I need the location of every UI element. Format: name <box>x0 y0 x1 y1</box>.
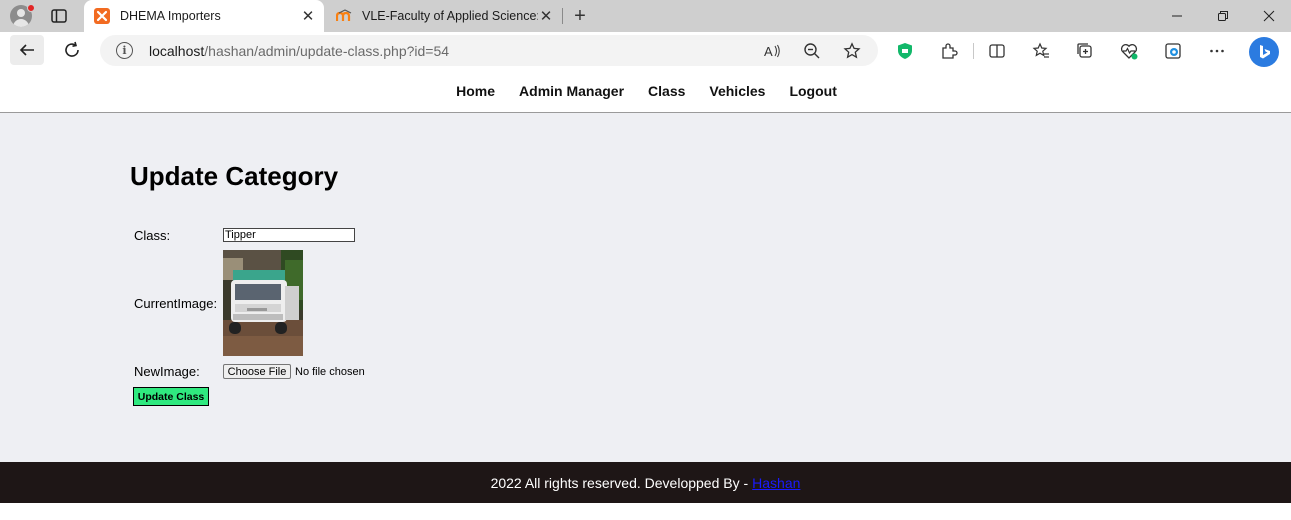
nav-link-logout[interactable]: Logout <box>789 83 836 99</box>
address-bar[interactable]: i localhost/hashan/admin/update-class.ph… <box>100 35 878 66</box>
new-image-label: NewImage: <box>134 364 200 379</box>
nav-link-home[interactable]: Home <box>456 83 495 99</box>
tab-title: DHEMA Importers <box>120 9 221 23</box>
collections-icon[interactable] <box>1074 40 1096 62</box>
tab-title: VLE-Faculty of Applied Science: L <box>362 9 538 23</box>
back-button[interactable] <box>10 35 44 65</box>
tab-vle-faculty[interactable]: VLE-Faculty of Applied Science: L ✕ <box>326 0 562 32</box>
page-title: Update Category <box>130 161 339 191</box>
browser-essentials-icon[interactable] <box>1118 40 1140 62</box>
new-tab-icon[interactable]: + <box>570 5 590 27</box>
footer-author-link[interactable]: Hashan <box>752 475 800 491</box>
choose-file-button[interactable]: Choose File <box>223 364 291 379</box>
address-url[interactable]: localhost/hashan/admin/update-class.php?… <box>149 43 449 59</box>
current-class-image <box>223 250 303 356</box>
xampp-icon <box>94 8 110 24</box>
zoom-icon[interactable] <box>802 41 822 61</box>
file-status-text: No file chosen <box>295 366 365 378</box>
main-content: Update Category Class: CurrentImage: New… <box>0 113 1291 462</box>
site-info-icon[interactable]: i <box>116 42 133 59</box>
browser-toolbar: i localhost/hashan/admin/update-class.ph… <box>0 32 1291 70</box>
split-screen-icon[interactable] <box>986 40 1008 62</box>
nav-link-admin-manager[interactable]: Admin Manager <box>519 83 624 99</box>
more-options-icon[interactable] <box>1206 40 1228 62</box>
class-name-input[interactable] <box>223 228 355 242</box>
tab-dhema-importers[interactable]: DHEMA Importers ✕ <box>84 0 324 32</box>
minimize-icon[interactable] <box>1154 0 1200 32</box>
favorite-star-icon[interactable] <box>842 41 862 61</box>
nav-link-class[interactable]: Class <box>648 83 685 99</box>
browser-tab-strip: DHEMA Importers ✕ VLE-Faculty of Applied… <box>0 0 1291 32</box>
footer-text: 2022 All rights reserved. Developped By … <box>490 474 749 491</box>
page-footer: 2022 All rights reserved. Developped By … <box>0 462 1291 503</box>
site-nav: Home Admin Manager Class Vehicles Logout <box>0 70 1291 113</box>
edge-bar-icon[interactable] <box>1162 40 1184 62</box>
close-window-icon[interactable] <box>1246 0 1291 32</box>
favorites-icon[interactable] <box>1030 40 1052 62</box>
toolbar-separator <box>973 43 974 59</box>
restore-icon[interactable] <box>1200 0 1246 32</box>
update-class-button[interactable]: Update Class <box>133 387 209 406</box>
close-tab-icon[interactable]: ✕ <box>538 8 554 25</box>
close-tab-icon[interactable]: ✕ <box>300 8 316 25</box>
reload-button[interactable] <box>55 35 89 65</box>
moodle-icon <box>336 8 352 24</box>
extensions-icon[interactable] <box>938 40 960 62</box>
bing-chat-icon[interactable] <box>1249 37 1279 67</box>
tab-separator <box>562 8 563 24</box>
adblock-shield-icon[interactable] <box>894 40 916 62</box>
nav-link-vehicles[interactable]: Vehicles <box>709 83 765 99</box>
class-label: Class: <box>134 228 171 243</box>
tab-actions-icon[interactable] <box>50 7 68 25</box>
current-image-label: CurrentImage: <box>134 296 218 311</box>
svg-text:A: A <box>764 44 773 59</box>
profile-notification-dot <box>27 4 35 12</box>
page-bottom-area <box>0 503 1291 520</box>
back-arrow-icon <box>19 44 34 56</box>
read-aloud-icon[interactable]: A <box>762 41 782 61</box>
reload-icon <box>65 41 79 57</box>
